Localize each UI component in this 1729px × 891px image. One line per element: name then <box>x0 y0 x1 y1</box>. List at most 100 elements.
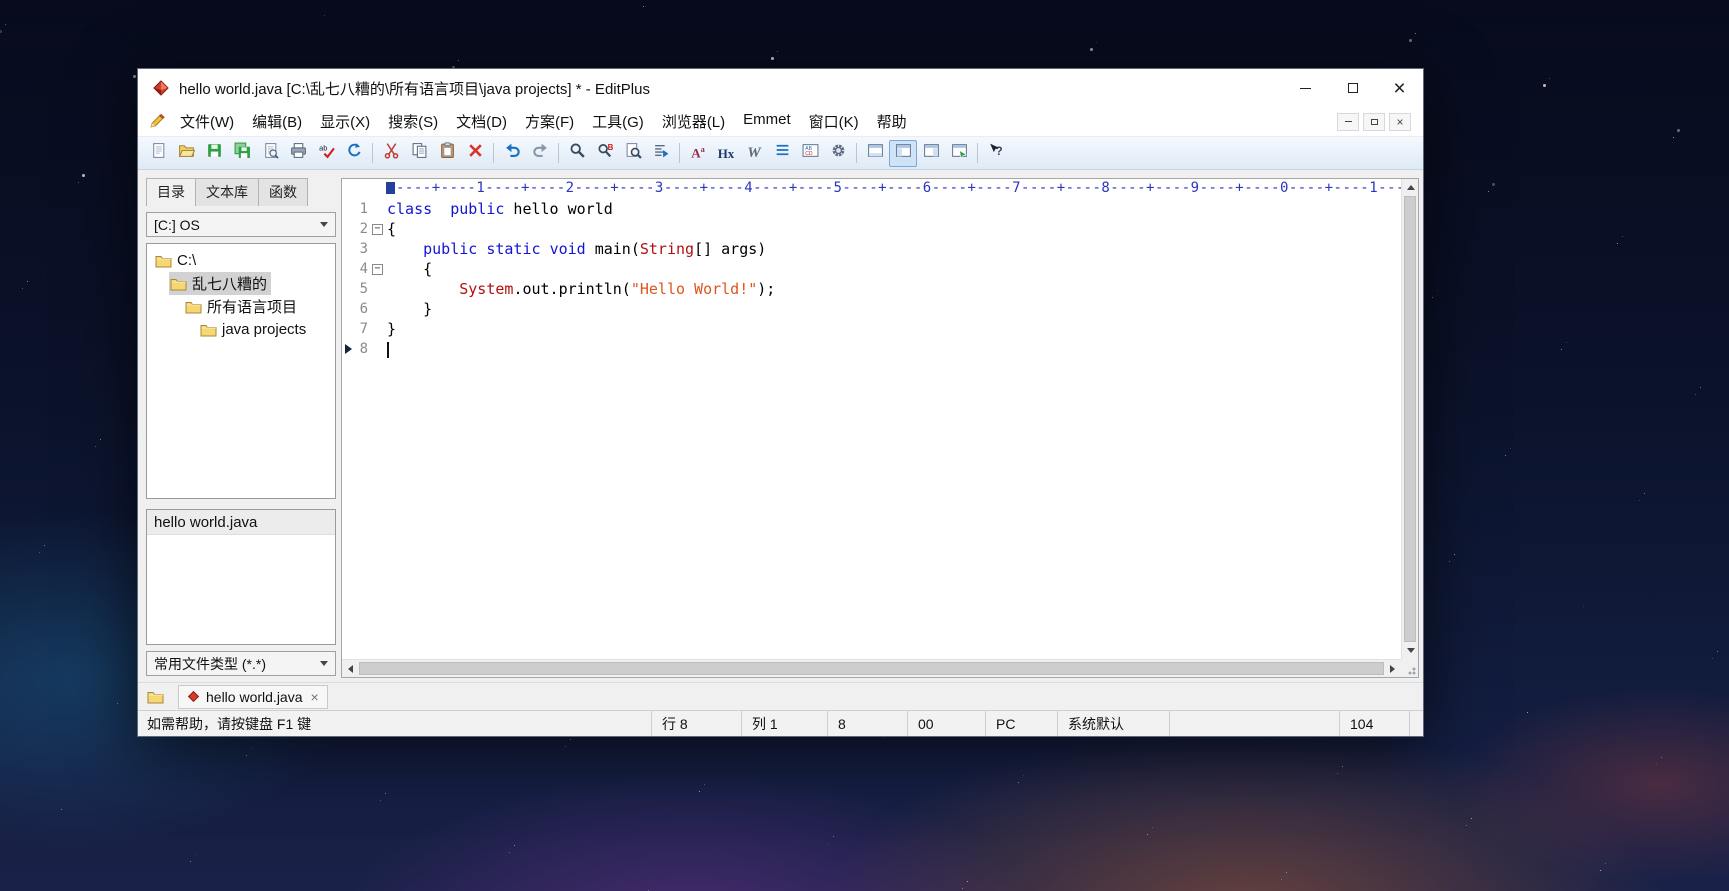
print-button[interactable] <box>284 140 312 167</box>
code-line[interactable]: 5 System.out.println("Hello World!"); <box>342 279 1401 299</box>
toggle-sidebar-button[interactable] <box>889 140 917 167</box>
code-line[interactable]: 6 } <box>342 299 1401 319</box>
goto-line-button[interactable] <box>647 140 675 167</box>
settings-button[interactable] <box>824 140 852 167</box>
scroll-right-button[interactable] <box>1384 660 1401 677</box>
toggle-output-button[interactable] <box>861 140 889 167</box>
code-line[interactable]: 4− { <box>342 259 1401 279</box>
minimize-button[interactable] <box>1282 69 1329 107</box>
tab-close-icon[interactable]: × <box>311 690 319 704</box>
copy-icon <box>411 142 428 164</box>
code-line[interactable]: 2−{ <box>342 219 1401 239</box>
replace-button[interactable]: B <box>591 140 619 167</box>
paste-button[interactable] <box>433 140 461 167</box>
mdi-minimize-button[interactable] <box>1337 113 1359 131</box>
hex-viewer-button[interactable]: Hx <box>712 140 740 167</box>
title-bar[interactable]: hello world.java [C:\乱七八糟的\所有语言项目\java p… <box>138 69 1423 107</box>
scroll-left-button[interactable] <box>342 660 359 677</box>
tab-list-folder-icon[interactable] <box>147 690 164 704</box>
sidebar-tab-1[interactable]: 文本库 <box>195 178 259 206</box>
code-token: public <box>450 200 504 218</box>
drive-select-value: [C:] OS <box>154 217 200 233</box>
status-column: 列 1 <box>741 711 827 736</box>
line-spacing-button[interactable] <box>768 140 796 167</box>
scroll-up-button[interactable] <box>1402 179 1419 196</box>
code-token <box>432 200 450 218</box>
horizontal-scrollbar[interactable] <box>342 659 1401 677</box>
code-line[interactable]: 7} <box>342 319 1401 339</box>
horizontal-scrollbar-thumb[interactable] <box>359 662 1384 675</box>
maximize-button[interactable] <box>1329 69 1376 107</box>
status-bar: 如需帮助，请按键盘 F1 键 行 8 列 1 8 00 PC 系统默认 104 <box>138 710 1423 736</box>
resize-grip[interactable] <box>1401 659 1418 677</box>
tree-item[interactable]: 乱七八糟的 <box>147 272 335 295</box>
menu-item[interactable]: Emmet <box>734 107 800 136</box>
fold-toggle-icon[interactable]: − <box>372 224 383 235</box>
find-in-files-button[interactable] <box>619 140 647 167</box>
spell-check-button[interactable]: ab <box>312 140 340 167</box>
toolbar-separator <box>558 143 559 163</box>
redo-button[interactable] <box>526 140 554 167</box>
save-all-button[interactable] <box>228 140 256 167</box>
menu-item[interactable]: 编辑(B) <box>243 107 311 136</box>
editplus-logo-icon <box>151 78 171 98</box>
toolbar-separator <box>856 143 857 163</box>
delete-button[interactable] <box>461 140 489 167</box>
editplus-window: hello world.java [C:\乱七八糟的\所有语言项目\java p… <box>137 68 1424 737</box>
tree-item[interactable]: 所有语言项目 <box>147 295 335 318</box>
code-text: public static void main(String[] args) <box>387 240 766 258</box>
document-tab[interactable]: hello world.java× <box>178 685 328 709</box>
vertical-scrollbar[interactable] <box>1401 179 1418 659</box>
code-line[interactable]: 3 public static void main(String[] args) <box>342 239 1401 259</box>
menu-item[interactable]: 搜索(S) <box>379 107 447 136</box>
maximize-icon <box>1348 83 1358 93</box>
code-line[interactable]: 8 <box>342 339 1401 359</box>
new-document-icon <box>150 142 167 164</box>
settings-icon <box>830 142 847 164</box>
context-help-button[interactable]: ? <box>982 140 1010 167</box>
close-button[interactable]: × <box>1376 69 1423 107</box>
menu-item[interactable]: 显示(X) <box>311 107 379 136</box>
editor[interactable]: ----+----1----+----2----+----3----+----4… <box>341 178 1419 678</box>
print-preview-button[interactable] <box>256 140 284 167</box>
open-file-button[interactable] <box>172 140 200 167</box>
cut-icon <box>383 142 400 164</box>
tree-item[interactable]: C:\ <box>147 249 335 272</box>
menu-item[interactable]: 工具(G) <box>583 107 653 136</box>
mdi-restore-button[interactable] <box>1363 113 1385 131</box>
file-list-item[interactable]: hello world.java <box>147 510 335 535</box>
tree-item-label: 乱七八糟的 <box>192 273 267 294</box>
reload-button[interactable] <box>340 140 368 167</box>
menu-item[interactable]: 文件(W) <box>171 107 243 136</box>
code-token <box>477 240 486 258</box>
tree-item[interactable]: java projects <box>147 318 335 341</box>
toggle-cliptext-button[interactable] <box>917 140 945 167</box>
code-line[interactable]: 1class public hello world <box>342 199 1401 219</box>
menu-item[interactable]: 帮助 <box>868 107 916 136</box>
save-button[interactable] <box>200 140 228 167</box>
mdi-close-button[interactable]: × <box>1389 113 1411 131</box>
menu-item[interactable]: 方案(F) <box>516 107 583 136</box>
file-filter-select[interactable]: 常用文件类型 (*.*) <box>146 651 336 676</box>
drive-select[interactable]: [C:] OS <box>146 212 336 237</box>
auto-completion-button[interactable]: ABCD <box>796 140 824 167</box>
font-size-button[interactable]: Aa <box>684 140 712 167</box>
menu-item[interactable]: 浏览器(L) <box>653 107 734 136</box>
browser-preview-button[interactable] <box>945 140 973 167</box>
code-token <box>541 240 550 258</box>
new-document-button[interactable] <box>144 140 172 167</box>
open-file-icon <box>178 142 195 164</box>
word-wrap-button[interactable]: W <box>740 140 768 167</box>
copy-button[interactable] <box>405 140 433 167</box>
scroll-down-button[interactable] <box>1402 642 1419 659</box>
menu-item[interactable]: 文档(D) <box>447 107 516 136</box>
sidebar-tab-0[interactable]: 目录 <box>146 178 196 206</box>
sidebar-tab-2[interactable]: 函数 <box>258 178 308 206</box>
fold-toggle-icon[interactable]: − <box>372 264 383 275</box>
vertical-scrollbar-thumb[interactable] <box>1404 196 1416 642</box>
code-area[interactable]: 1class public hello world2−{3 public sta… <box>342 197 1401 659</box>
find-button[interactable] <box>563 140 591 167</box>
menu-item[interactable]: 窗口(K) <box>800 107 868 136</box>
undo-button[interactable] <box>498 140 526 167</box>
cut-button[interactable] <box>377 140 405 167</box>
